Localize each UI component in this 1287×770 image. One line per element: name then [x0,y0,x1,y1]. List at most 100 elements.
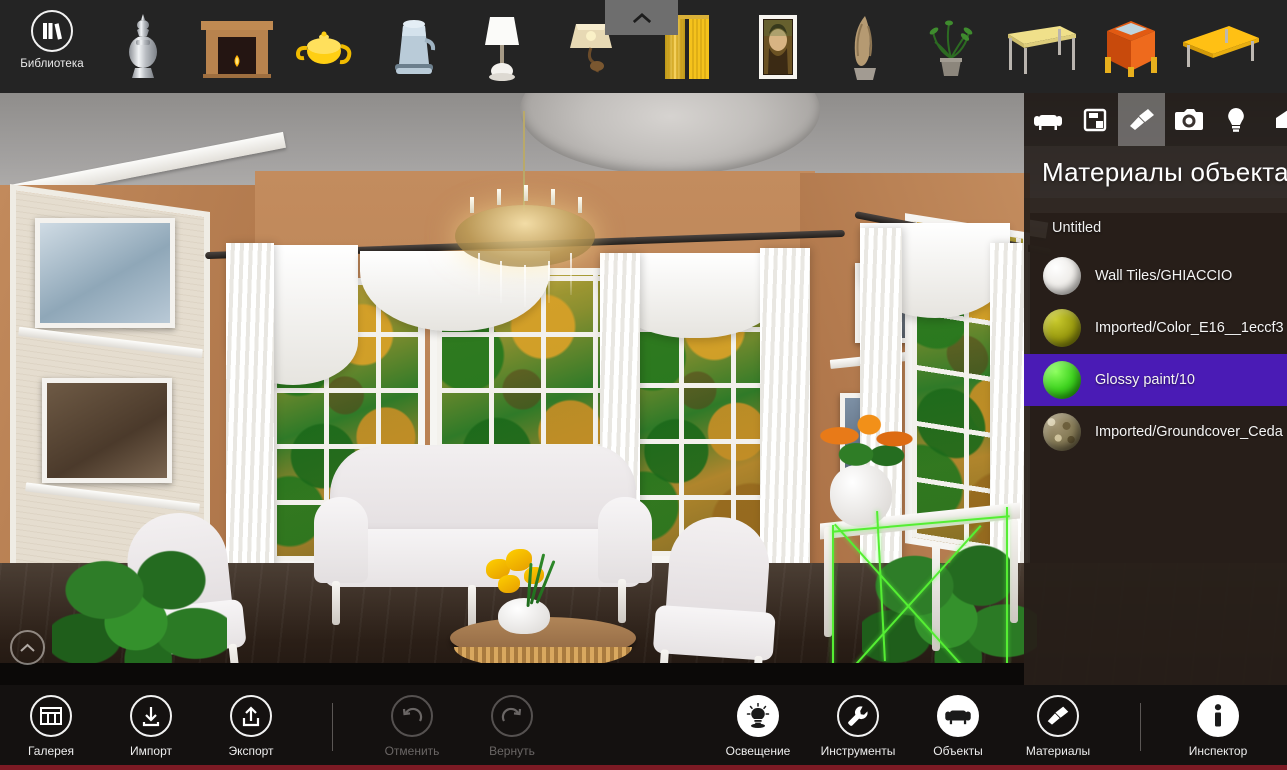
material-group-label: Untitled [1052,220,1102,236]
wrench-icon [837,695,879,737]
library-toolbar: Библиотека [0,0,1287,93]
books-icon [31,10,73,52]
paintbrush-icon [1037,695,1079,737]
library-item-table-lamp[interactable] [459,6,545,88]
tab-camera[interactable] [1165,93,1212,146]
library-button[interactable]: Библиотека [14,10,90,86]
materials-label: Материалы [1025,744,1091,758]
library-item-fireplace[interactable] [194,6,280,88]
library-item-yellow-teapot[interactable] [283,6,369,88]
library-item-yellow-coffee-table[interactable] [1178,6,1264,88]
chandelier-crystal [524,265,526,307]
console-table[interactable] [820,502,1020,683]
bottom-toolbar: Галерея Импорт Экспорт Отменить Вернуть … [0,685,1287,770]
export-label: Экспорт [228,744,274,758]
library-item-orange-stool[interactable] [1088,6,1174,88]
material-label: Wall Tiles/GHIACCIO [1095,268,1233,284]
panel-body: Untitled Wall Tiles/GHIACCIO Imported/Co… [1024,198,1287,685]
armchair-icon [937,695,979,737]
undo-button[interactable]: Отменить [362,695,462,761]
chandelier-crystal [570,253,572,295]
chandelier-candle [470,197,474,213]
chandelier-crystal [500,261,502,303]
chevron-up-icon [20,643,35,652]
library-item-blue-kettle[interactable] [371,6,457,88]
library-item-dried-plant[interactable] [822,6,908,88]
inspector-label: Инспектор [1188,744,1248,758]
library-item-silver-urn[interactable] [100,6,186,88]
import-icon [130,695,172,737]
material-label: Imported/Color_E16__1eccf3 [1095,320,1284,336]
library-item-framed-painting[interactable] [735,6,821,88]
materials-button[interactable]: Материалы [1008,695,1108,761]
material-label: Glossy paint/10 [1095,372,1195,388]
export-icon [230,695,272,737]
material-label: Imported/Groundcover_Ceda [1095,424,1283,440]
chandelier-candle [524,185,528,201]
material-row[interactable]: Wall Tiles/GHIACCIO [1024,250,1287,302]
material-swatch [1043,257,1081,295]
armchair-icon [1033,114,1062,130]
bottom-accent-line [0,765,1287,770]
sofa-back [330,445,636,537]
flower-petal [498,575,520,593]
paintbrush-icon [1129,108,1154,130]
gallery-button[interactable]: Галерея [1,695,101,761]
material-row-selected[interactable]: Glossy paint/10 [1024,354,1287,406]
panel-tab-bar [1024,93,1287,146]
redo-label: Вернуть [489,744,535,758]
chandelier-candle [497,189,501,205]
material-row[interactable]: Imported/Groundcover_Ceda [1024,406,1287,458]
chandelier [455,205,595,267]
toolbar-divider-left [332,703,333,751]
export-button[interactable]: Экспорт [201,695,301,761]
armchair-right[interactable] [646,513,786,685]
import-button[interactable]: Импорт [101,695,201,761]
app-root: Библиотека Материалы объекта Untitled Wa… [0,0,1287,770]
lighting-label: Освещение [725,744,791,758]
lightbulb-icon [1227,107,1244,132]
material-swatch [1043,309,1081,347]
lighting-button[interactable]: Освещение [708,695,808,761]
material-swatch [1043,361,1081,399]
console-leg [824,527,832,637]
tab-save[interactable] [1071,93,1118,146]
partial-icon [1275,109,1287,128]
selection-bbox-edge [1006,507,1008,685]
top-collapse-button[interactable] [605,0,678,35]
tab-lighting[interactable] [1212,93,1259,146]
library-item-potted-plant[interactable] [908,6,994,88]
redo-button[interactable]: Вернуть [462,695,562,761]
tab-materials[interactable] [1118,93,1165,146]
viewport-collapse-button[interactable] [10,630,45,665]
material-row[interactable]: Imported/Color_E16__1eccf3 [1024,302,1287,354]
sofa-arm-left [314,497,368,583]
redo-icon [491,695,533,737]
sofa-leg [332,581,340,625]
material-swatch [1043,413,1081,451]
tools-button[interactable]: Инструменты [808,695,908,761]
chevron-up-icon [632,12,651,23]
urn-flowers [812,411,922,473]
tools-label: Инструменты [820,744,896,758]
camera-icon [1174,108,1203,130]
import-label: Импорт [130,744,172,758]
library-item-yellow-desk[interactable] [998,6,1084,88]
objects-label: Объекты [933,744,983,758]
plant-foliage [52,541,227,681]
undo-label: Отменить [384,744,440,758]
flower-bouquet [476,545,572,608]
tab-objects[interactable] [1024,93,1071,146]
armchair-back [665,513,773,621]
selection-bbox-edge [832,525,834,685]
chandelier-candle [551,189,555,205]
info-icon [1197,695,1239,737]
gallery-label: Галерея [27,744,75,758]
viewport-bottom-shade [0,663,1024,685]
inspector-button[interactable]: Инспектор [1168,695,1268,761]
chandelier-crystal [548,261,550,303]
library-label: Библиотека [20,58,84,70]
material-list: Wall Tiles/GHIACCIO Imported/Color_E16__… [1024,250,1287,458]
objects-button[interactable]: Объекты [908,695,1008,761]
tab-more[interactable] [1259,93,1287,146]
